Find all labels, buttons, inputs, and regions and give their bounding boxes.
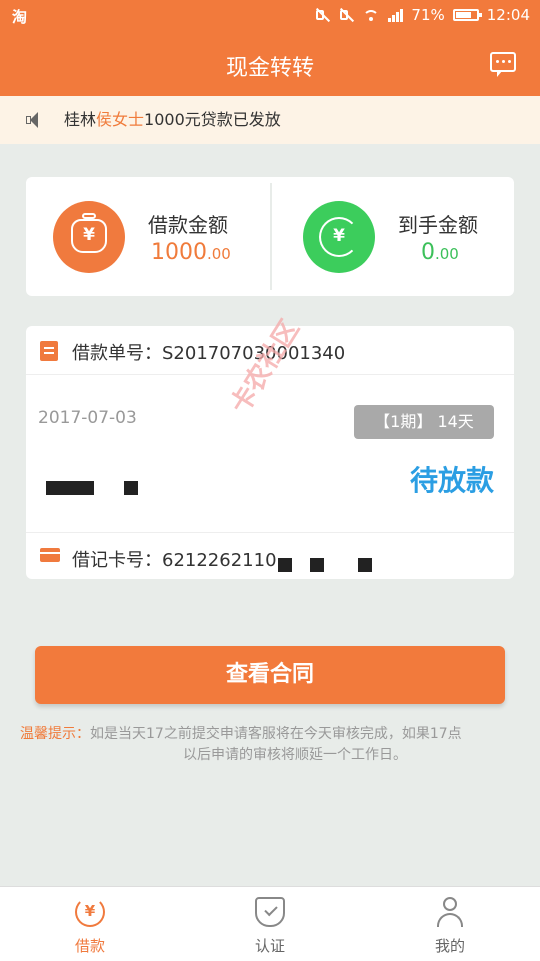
redacted-text [310, 558, 324, 572]
bottom-nav: ¥ 借款 认证 我的 [0, 886, 540, 961]
redacted-text [278, 558, 292, 572]
document-icon [40, 341, 58, 361]
nav-item-verify[interactable]: 认证 [210, 887, 330, 961]
nav-item-loan[interactable]: ¥ 借款 [30, 887, 150, 961]
taobao-app-icon: 淘 [12, 8, 28, 26]
user-icon [435, 897, 465, 927]
nav-label: 借款 [74, 937, 105, 955]
wifi-icon [362, 8, 380, 22]
amount-card: ¥ 借款金额 1000.00 ¥ 到手金额 0.00 [26, 177, 514, 296]
debit-card-row: 借记卡号：6212262110 [26, 532, 514, 580]
redacted-text [46, 481, 94, 495]
signal-icon [388, 8, 404, 22]
tip-text: 温馨提示：如是当天17之前提交申请客服将在今天审核完成，如果17点 以后申请的审… [20, 726, 462, 763]
loan-date: 2017-07-03 [38, 408, 137, 428]
yen-refresh-icon: ¥ [75, 897, 105, 927]
nav-item-mine[interactable]: 我的 [390, 887, 510, 961]
status-icons: 71% 12:04 [314, 6, 530, 24]
shield-icon [255, 897, 285, 927]
battery-icon [452, 9, 482, 21]
message-icon[interactable] [490, 52, 516, 77]
page-title: 现金转转 [225, 56, 314, 81]
battery-percent: 71% [411, 6, 445, 24]
app-header: 现金转转 [0, 32, 540, 96]
clock: 12:04 [486, 6, 530, 24]
nav-label: 认证 [254, 937, 285, 955]
vibrate-off-icon [338, 8, 354, 22]
view-contract-button[interactable]: 查看合同 [35, 646, 505, 704]
bank-card-icon [40, 548, 60, 562]
debit-card-number: 借记卡号：6212262110 [72, 550, 277, 571]
yen-return-icon: ¥ [303, 201, 375, 273]
loan-amount-value: 1000.00 [151, 240, 231, 265]
notice-highlight: 侯女士 [96, 110, 145, 129]
money-bag-icon: ¥ [53, 201, 125, 273]
received-amount-label: 到手金额 [398, 213, 478, 237]
loan-amount-label: 借款金额 [148, 213, 228, 237]
period-badge: 【1期】 14天 [354, 405, 494, 439]
loan-status: 待放款 [409, 464, 494, 497]
status-bar: 淘 71% 12:04 [0, 0, 540, 32]
speaker-icon [26, 111, 46, 129]
nav-label: 我的 [434, 937, 465, 955]
notice-text: 桂林侯女士1000元贷款已发放 [64, 110, 281, 129]
redacted-text [358, 558, 372, 572]
card-divider [270, 183, 272, 290]
redacted-text [124, 481, 138, 495]
tip-label: 温馨提示： [20, 726, 90, 742]
notice-bar[interactable]: 桂林侯女士1000元贷款已发放 [0, 96, 540, 144]
mute-icon [314, 8, 330, 22]
loan-number: 借款单号：S201707030001340 [72, 343, 346, 364]
received-amount-value: 0.00 [421, 240, 459, 265]
